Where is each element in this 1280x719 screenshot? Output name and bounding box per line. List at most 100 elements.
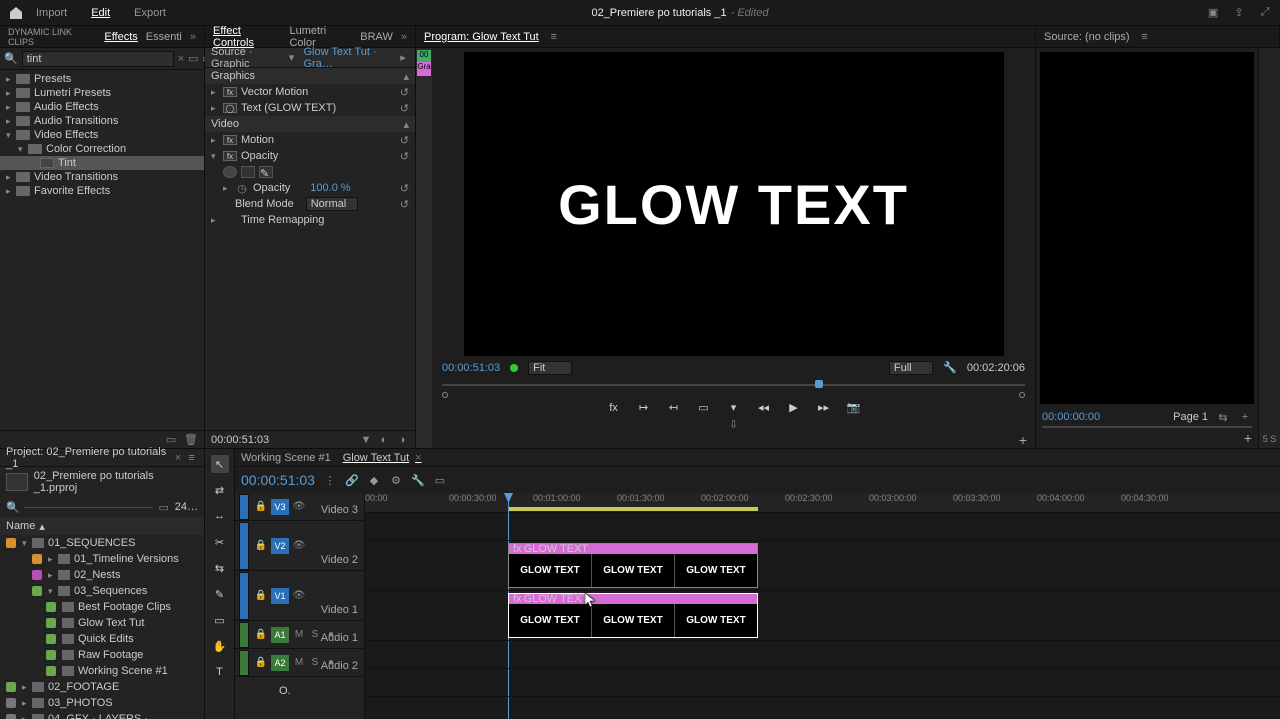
reset-icon[interactable]: ↺ bbox=[400, 198, 409, 211]
ec-vector-motion[interactable]: ▸fxVector Motion↺ bbox=[205, 84, 415, 100]
snap-icon[interactable]: ⋮ bbox=[323, 473, 337, 487]
track-head-v3[interactable]: 🔒V3 👁 Video 3 bbox=[235, 493, 364, 521]
clip-v2[interactable]: fxGLOW TEXT GLOW TEXT GLOW TEXT GLOW TEX… bbox=[508, 543, 758, 588]
badge-icon[interactable]: ▭ bbox=[188, 52, 198, 66]
bin-photos[interactable]: ▸03_PHOTOS bbox=[0, 695, 204, 711]
tree-presets[interactable]: ▸Presets bbox=[0, 72, 204, 86]
selection-tool-icon[interactable]: ↖ bbox=[211, 455, 229, 473]
reset-icon[interactable]: ↺ bbox=[400, 86, 409, 99]
panel-menu-icon[interactable]: ≡ bbox=[1138, 30, 1152, 44]
timeline-area[interactable]: 00:00 00:00:30:00 00:01:00:00 00:01:30:0… bbox=[365, 493, 1280, 719]
play-icon[interactable]: ▶ bbox=[786, 400, 802, 416]
search-icon[interactable]: 🔍 bbox=[6, 501, 20, 514]
bin-raw-footage[interactable]: Raw Footage bbox=[0, 647, 204, 663]
fx-chip-icon[interactable]: fx bbox=[223, 87, 237, 97]
mark-out-icon[interactable]: ↤ bbox=[666, 400, 682, 416]
ec-blend-mode[interactable]: Blend ModeNormal↺ bbox=[205, 196, 415, 212]
tab-braw[interactable]: BRAW bbox=[360, 31, 393, 43]
tree-lumetri-presets[interactable]: ▸Lumetri Presets bbox=[0, 86, 204, 100]
tree-audio-transitions[interactable]: ▸Audio Transitions bbox=[0, 114, 204, 128]
effects-search-input[interactable] bbox=[22, 51, 174, 67]
settings-icon[interactable]: ⚙ bbox=[389, 473, 403, 487]
tree-video-transitions[interactable]: ▸Video Transitions bbox=[0, 170, 204, 184]
step-back-icon[interactable]: ◂◂ bbox=[756, 400, 772, 416]
eye-icon[interactable]: 👁 bbox=[293, 590, 305, 602]
track-head-master[interactable]: O. bbox=[235, 677, 364, 705]
track-head-v1[interactable]: 🔒V1 👁 Video 1 bbox=[235, 571, 364, 621]
mode-edit[interactable]: Edit bbox=[91, 7, 110, 19]
type-tool-icon[interactable]: T bbox=[211, 663, 229, 681]
mute-icon[interactable]: M bbox=[293, 657, 305, 669]
mute-icon[interactable]: M bbox=[293, 629, 305, 641]
ec-opacity-prop[interactable]: ▸◷Opacity100.0 %↺ bbox=[205, 180, 415, 196]
ec-video-section[interactable]: Video▴ bbox=[205, 116, 415, 132]
track-head-a1[interactable]: 🔒A1 MS● Audio 1 bbox=[235, 621, 364, 649]
bin-best-footage[interactable]: Best Footage Clips bbox=[0, 599, 204, 615]
program-scrubber[interactable] bbox=[442, 376, 1025, 390]
ec-motion[interactable]: ▸fxMotion↺ bbox=[205, 132, 415, 148]
overflow-icon[interactable]: » bbox=[401, 31, 407, 43]
add-page-icon[interactable]: + bbox=[1238, 410, 1252, 424]
filter-icon[interactable]: ▭ bbox=[157, 500, 171, 514]
reset-icon[interactable]: ↺ bbox=[400, 102, 409, 115]
tree-audio-effects[interactable]: ▸Audio Effects bbox=[0, 100, 204, 114]
track-head-a2[interactable]: 🔒A2 MS● Audio 2 bbox=[235, 649, 364, 677]
section-chevron-icon[interactable]: ▴ bbox=[403, 118, 409, 131]
ec-time-remapping[interactable]: ▸Time Remapping bbox=[205, 212, 415, 228]
eye-icon[interactable]: 👁 bbox=[293, 501, 305, 513]
source-viewer[interactable] bbox=[1040, 52, 1254, 404]
panel-menu-icon[interactable]: ≡ bbox=[185, 451, 198, 465]
page-nav-icon[interactable]: ⇆ bbox=[1216, 410, 1230, 424]
hand-tool-icon[interactable]: ✋ bbox=[211, 637, 229, 655]
play-icon[interactable]: ▸ bbox=[397, 51, 409, 65]
reset-icon[interactable]: ↺ bbox=[400, 150, 409, 163]
ec-text-layer[interactable]: ▸◯Text (GLOW TEXT)↺ bbox=[205, 100, 415, 116]
ec-graphics-section[interactable]: Graphics▴ bbox=[205, 68, 415, 84]
program-tc-left[interactable]: 00:00:51:03 bbox=[442, 362, 500, 374]
add-marker-icon[interactable]: ▭ bbox=[696, 400, 712, 416]
lock-icon[interactable]: 🔒 bbox=[255, 501, 267, 513]
eye-icon[interactable]: 👁 bbox=[293, 540, 305, 552]
new-bin-icon[interactable]: ▭ bbox=[164, 433, 178, 447]
playhead-handle[interactable] bbox=[815, 380, 823, 388]
lane-a1[interactable] bbox=[365, 641, 1280, 669]
bin-sequences-folder[interactable]: ▾01_SEQUENCES bbox=[0, 535, 204, 551]
reset-icon[interactable]: ↺ bbox=[400, 182, 409, 195]
tab-essential[interactable]: Essenti bbox=[146, 31, 182, 43]
wrench-icon[interactable]: 🔧 bbox=[943, 361, 957, 375]
blend-mode-dropdown[interactable]: Normal bbox=[306, 197, 358, 211]
ripple-tool-icon[interactable]: ↔ bbox=[211, 507, 229, 525]
project-tab[interactable]: Project: 02_Premiere po tutorials _1× ≡ bbox=[0, 449, 204, 467]
wrench-icon[interactable]: 🔧 bbox=[411, 473, 425, 487]
clip-v1-selected[interactable]: fxGLOW TEXT GLOW TEXT GLOW TEXT GLOW TEX… bbox=[508, 593, 758, 638]
bin-quick-edits[interactable]: Quick Edits bbox=[0, 631, 204, 647]
solo-icon[interactable]: S bbox=[309, 629, 321, 641]
fx-chip-icon[interactable]: fx bbox=[223, 151, 237, 161]
rect-tool-icon[interactable]: ▭ bbox=[211, 611, 229, 629]
opacity-value[interactable]: 100.0 % bbox=[310, 182, 350, 194]
mode-export[interactable]: Export bbox=[134, 7, 166, 19]
ec-opacity[interactable]: ▾fxOpacity↺ bbox=[205, 148, 415, 164]
bin-footage[interactable]: ▸02_FOOTAGE bbox=[0, 679, 204, 695]
zoom-dropdown[interactable]: Fit bbox=[528, 361, 572, 375]
tl-tab-working[interactable]: Working Scene #1 bbox=[241, 452, 331, 464]
time-ruler[interactable]: 00:00 00:00:30:00 00:01:00:00 00:01:30:0… bbox=[365, 493, 1280, 513]
lift-icon[interactable]: ⇩ bbox=[727, 418, 741, 432]
resolution-dropdown[interactable]: Full bbox=[889, 361, 933, 375]
in-out-range[interactable] bbox=[508, 507, 758, 511]
ellipse-mask-icon[interactable] bbox=[223, 166, 237, 178]
go-to-in-icon[interactable]: ▾ bbox=[726, 400, 742, 416]
mark-in-icon[interactable]: ↦ bbox=[636, 400, 652, 416]
fullscreen-icon[interactable]: ⤢ bbox=[1258, 6, 1272, 20]
add-button-icon[interactable]: + bbox=[1244, 430, 1252, 446]
go-to-out-icon[interactable]: 📷 bbox=[846, 400, 862, 416]
lane-v2[interactable]: fxGLOW TEXT GLOW TEXT GLOW TEXT GLOW TEX… bbox=[365, 541, 1280, 591]
linked-sel-icon[interactable]: 🔗 bbox=[345, 473, 359, 487]
chevron-down-icon[interactable]: ▾ bbox=[286, 51, 298, 65]
workspace-icon[interactable]: ▣ bbox=[1206, 6, 1220, 20]
bin-nests[interactable]: ▸02_Nests bbox=[0, 567, 204, 583]
bin-gfx[interactable]: ▸04_GFX · LAYERS · bbox=[0, 711, 204, 719]
tree-tint[interactable]: Tint bbox=[0, 156, 204, 170]
bin-working-scene[interactable]: Working Scene #1 bbox=[0, 663, 204, 679]
mode-import[interactable]: Import bbox=[36, 7, 67, 19]
